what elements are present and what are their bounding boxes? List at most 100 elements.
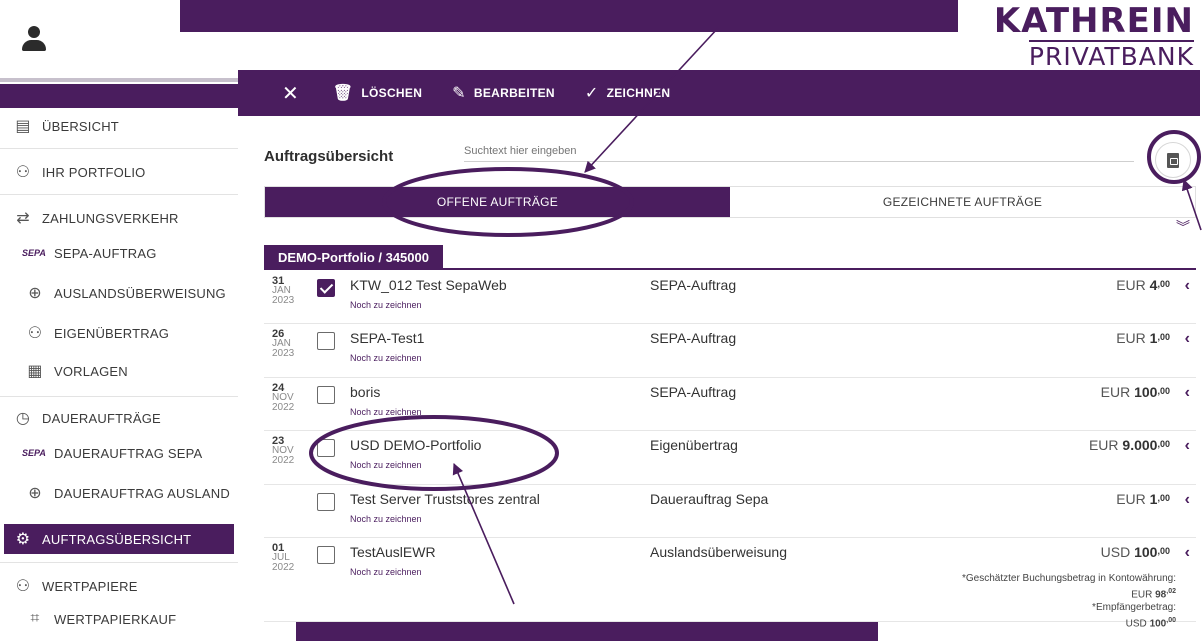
order-amount: USD 100,00	[1100, 544, 1170, 560]
order-status: Noch zu zeichnen	[350, 353, 422, 363]
order-checkbox[interactable]	[317, 546, 335, 564]
sign-button[interactable]: ✓ ZEICHNEN	[585, 83, 670, 103]
order-checkbox[interactable]	[317, 332, 335, 350]
sidebar-item-securities-purchase[interactable]: ⌗ WERTPAPIERKAUF	[0, 608, 238, 630]
sidebar-item-own-transfer[interactable]: ⚇ EIGENÜBERTRAG	[0, 322, 238, 344]
order-row[interactable]: Test Server Truststores zentral Noch zu z…	[264, 485, 1196, 538]
sidebar-item-sepa-order[interactable]: SEPA SEPA-AUFTRAG	[0, 242, 238, 264]
chevron-left-icon[interactable]: ‹	[1185, 491, 1190, 509]
sidebar-item-templates[interactable]: ▦ VORLAGEN	[0, 360, 238, 382]
sepa-icon: SEPA	[22, 448, 46, 458]
sidebar-item-label: WERTPAPIERKAUF	[54, 611, 177, 627]
note-estimate-label: *Geschätzter Buchungsbetrag in Kontowähr…	[961, 573, 1176, 584]
order-type: SEPA-Auftrag	[650, 277, 737, 293]
chevron-left-icon[interactable]: ‹	[1185, 544, 1190, 562]
note-currency: EUR	[1131, 589, 1153, 601]
order-amount-decimals: 00	[1159, 493, 1170, 503]
order-currency: EUR	[1116, 330, 1146, 346]
pdf-export-button[interactable]	[1155, 142, 1191, 178]
order-amount-value: 9.000	[1122, 437, 1158, 453]
sidebar-divider	[0, 562, 238, 563]
sidebar-item-foreign-transfer[interactable]: ⊕ AUSLANDSÜBERWEISUNG	[0, 282, 238, 304]
sidebar-item-standing-order-foreign[interactable]: ⊕ DAUERAUFTRAG AUSLAND	[0, 482, 238, 504]
sidebar-divider	[0, 396, 238, 397]
order-checkbox[interactable]	[317, 279, 335, 297]
tab-signed-orders[interactable]: GEZEICHNETE AUFTRÄGE	[730, 187, 1195, 217]
securities-icon: ⚇	[15, 578, 31, 595]
globe-money-icon: ⊕	[28, 285, 42, 302]
order-row[interactable]: 26 JAN 2023 SEPA-Test1 Noch zu zeichnen SEPA-…	[264, 324, 1196, 378]
note-decimals: 02	[1168, 588, 1176, 595]
sidebar-item-label: AUSLANDSÜBERWEISUNG	[54, 285, 226, 301]
sidebar-item-label: SEPA-AUFTRAG	[54, 245, 157, 261]
order-amount: EUR 1,00	[1116, 330, 1170, 346]
order-status: Noch zu zeichnen	[350, 300, 422, 310]
tab-open-orders[interactable]: OFFENE AUFTRÄGE	[265, 187, 730, 217]
chevron-left-icon[interactable]: ‹	[1185, 437, 1190, 455]
sidebar-item-standing-orders[interactable]: ◷ DAUERAUFTRÄGE	[0, 406, 238, 430]
order-amount: EUR 9.000,00	[1088, 437, 1170, 453]
order-overview-icon: ⚙	[15, 531, 31, 548]
order-year: 2022	[272, 455, 295, 466]
sidebar-item-label: DAUERAUFTRAG SEPA	[54, 445, 203, 461]
edit-label: BEARBEITEN	[473, 86, 555, 100]
trash-icon: 🗑	[332, 85, 354, 102]
sidebar-item-standing-order-sepa[interactable]: SEPA DAUERAUFTRAG SEPA	[0, 442, 238, 464]
portfolio-divider	[264, 268, 1196, 270]
order-amount-decimals: 00	[1159, 332, 1170, 342]
sidebar-item-portfolio[interactable]: ⚇ IHR PORTFOLIO	[0, 160, 238, 184]
order-type: Auslandsüberweisung	[650, 544, 787, 560]
pencil-icon: ✎	[452, 85, 466, 102]
sidebar-item-order-overview[interactable]: ⚙ AUFTRAGSÜBERSICHT	[4, 524, 234, 554]
chevron-left-icon[interactable]: ‹	[1185, 330, 1190, 348]
order-row[interactable]: 24 NOV 2022 boris Noch zu zeichnen SEPA-Auftr…	[264, 378, 1196, 431]
order-date: 23 NOV 2022	[272, 436, 302, 466]
logo-line-2: PRIVATBANK	[1028, 40, 1194, 71]
order-row[interactable]: 31 JAN 2023 KTW_012 Test SepaWeb Noch zu zei…	[264, 271, 1196, 324]
logo-line-1: KATHREIN	[993, 1, 1194, 41]
order-date: 24 NOV 2022	[272, 383, 302, 413]
sidebar-item-securities[interactable]: ⚇ WERTPAPIERE	[0, 574, 238, 598]
sidebar-item-label: EIGENÜBERTRAG	[54, 325, 170, 341]
order-year: 2023	[272, 348, 295, 359]
close-icon[interactable]: ✕	[282, 81, 299, 106]
order-name: KTW_012 Test SepaWeb	[350, 277, 507, 293]
order-name: Test Server Truststores zentral	[350, 491, 540, 507]
sidebar-item-overview[interactable]: ▤ ÜBERSICHT	[0, 114, 238, 138]
edit-button[interactable]: ✎ BEARBEITEN	[452, 83, 555, 103]
sidebar-top-strip	[0, 84, 240, 108]
order-date: 26 JAN 2023	[272, 329, 302, 359]
crop-icon: ⌗	[30, 610, 40, 627]
sidebar-item-label: AUFTRAGSÜBERSICHT	[42, 531, 192, 547]
sidebar-item-label: ZAHLUNGSVERKEHR	[42, 210, 179, 226]
order-year: 2022	[272, 562, 295, 573]
delete-label: LÖSCHEN	[361, 86, 423, 100]
order-date: 31 JAN 2023	[272, 276, 302, 306]
order-amount-value: 100	[1134, 544, 1158, 560]
bank-logo: KATHREIN PRIVATBANK	[974, 2, 1194, 71]
order-row[interactable]: 23 NOV 2022 USD DEMO-Portfolio Noch zu zeich…	[264, 431, 1196, 485]
order-amount: EUR 4,00	[1116, 277, 1170, 293]
expand-icon[interactable]: ︾	[1176, 220, 1190, 234]
callout-bar-bottom	[296, 622, 878, 641]
header-divider	[0, 78, 240, 82]
order-checkbox[interactable]	[317, 493, 335, 511]
order-checkbox[interactable]	[317, 439, 335, 457]
search-input[interactable]	[464, 140, 1134, 162]
sidebar-item-label: ÜBERSICHT	[42, 118, 119, 134]
sidebar-divider	[0, 148, 238, 149]
user-icon[interactable]	[22, 26, 46, 52]
order-type: SEPA-Auftrag	[650, 384, 737, 400]
page-title: Auftragsübersicht	[264, 148, 394, 165]
order-amount-value: 100	[1134, 384, 1158, 400]
checkmark-icon: ✓	[584, 85, 599, 102]
delete-button[interactable]: 🗑 LÖSCHEN	[333, 83, 422, 103]
order-status: Noch zu zeichnen	[350, 460, 422, 470]
chevron-left-icon[interactable]: ‹	[1185, 277, 1190, 295]
action-toolbar: ✕ 🗑 LÖSCHEN ✎ BEARBEITEN ✓ ZEICHNEN	[238, 70, 1200, 116]
sidebar-item-label: DAUERAUFTRÄGE	[42, 410, 161, 426]
note-amount: 98	[1155, 589, 1167, 601]
sidebar-item-payments[interactable]: ⇄ ZAHLUNGSVERKEHR	[0, 206, 238, 230]
order-checkbox[interactable]	[317, 386, 335, 404]
chevron-left-icon[interactable]: ‹	[1185, 384, 1190, 402]
